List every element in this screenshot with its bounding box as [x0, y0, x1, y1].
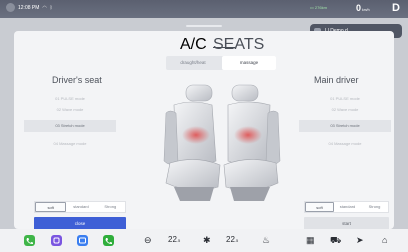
main-mode-massage[interactable]: 04 Massage mode: [299, 141, 391, 146]
home-icon[interactable]: ⌂: [382, 235, 387, 246]
left-seat[interactable]: [163, 84, 221, 201]
seats-panel: A/C SEATS draught/heat massage Driver's …: [14, 31, 394, 231]
driver-strength-standard[interactable]: standard: [66, 202, 95, 212]
speed-readout: 0km/h: [356, 3, 370, 13]
driver-strength-selector: soft standard Strong: [34, 201, 126, 213]
main-mode-pulse[interactable]: 01 PULSE mode: [299, 96, 391, 101]
phone-icon[interactable]: [24, 235, 35, 246]
car-link-icon[interactable]: ⊖: [144, 235, 152, 246]
driver-mode-stretch[interactable]: 03 Stretch mode: [24, 120, 116, 132]
seats-illustration: [163, 84, 281, 201]
tab-underline: [213, 47, 235, 48]
driver-mode-pulse[interactable]: 01 PULSE mode: [24, 96, 116, 101]
main-mode-stretch[interactable]: 03 Stretch mode: [299, 120, 391, 132]
purple-app-icon[interactable]: [51, 235, 62, 246]
gear-indicator: D: [392, 2, 400, 14]
main-strength-soft[interactable]: soft: [305, 202, 334, 212]
bottom-dock: ⊖ 22.5 ✱ 22.5 ♨ ▦ ⛟ ➤ ⌂: [0, 229, 408, 252]
panel-drag-handle[interactable]: [186, 25, 222, 27]
bluetooth-icon: ᛒ: [49, 4, 53, 11]
segment-massage[interactable]: massage: [222, 56, 276, 70]
status-bar: 12:08 PM ◠ ᛒ ▭ 276km 0km/h D: [0, 0, 408, 18]
main-strength-strong[interactable]: Strong: [361, 202, 388, 212]
navigation-icon[interactable]: ➤: [356, 235, 364, 246]
driver-strength-soft[interactable]: soft: [35, 202, 67, 212]
main-driver-title: Main driver: [314, 75, 359, 85]
segment-draught-heat[interactable]: draught/heat: [166, 56, 220, 70]
clock-label: 12:08 PM: [18, 4, 40, 11]
tab-ac[interactable]: A/C: [180, 36, 207, 54]
driver-seat-title: Driver's seat: [52, 75, 102, 85]
blue-app-icon[interactable]: [77, 235, 88, 246]
main-strength-standard[interactable]: standard: [334, 202, 361, 212]
driver-strength-strong[interactable]: Strong: [96, 202, 125, 212]
main-mode-wave[interactable]: 02 Wave mode: [299, 107, 391, 112]
function-segment: draught/heat massage: [166, 56, 276, 70]
car-icon[interactable]: ⛟: [330, 235, 341, 246]
temp-right[interactable]: 22.5: [226, 235, 238, 244]
apps-grid-icon[interactable]: ▦: [306, 235, 315, 246]
seat-heat-icon[interactable]: ♨: [262, 235, 270, 246]
main-strength-selector: soft standard Strong: [304, 201, 389, 213]
driver-mode-wave[interactable]: 02 Wave mode: [24, 107, 116, 112]
wifi-icon: ◠: [42, 4, 47, 11]
fan-icon[interactable]: ✱: [203, 235, 211, 246]
green-phone-icon[interactable]: [103, 235, 114, 246]
avatar[interactable]: [6, 3, 15, 12]
status-time: 12:08 PM ◠ ᛒ: [6, 3, 53, 12]
driver-mode-massage[interactable]: 04 Massage mode: [24, 141, 116, 146]
right-seat[interactable]: [223, 84, 281, 201]
temp-left[interactable]: 22.5: [168, 235, 180, 244]
battery-range: ▭ 276km: [310, 5, 327, 10]
tab-seats[interactable]: SEATS: [213, 36, 264, 54]
